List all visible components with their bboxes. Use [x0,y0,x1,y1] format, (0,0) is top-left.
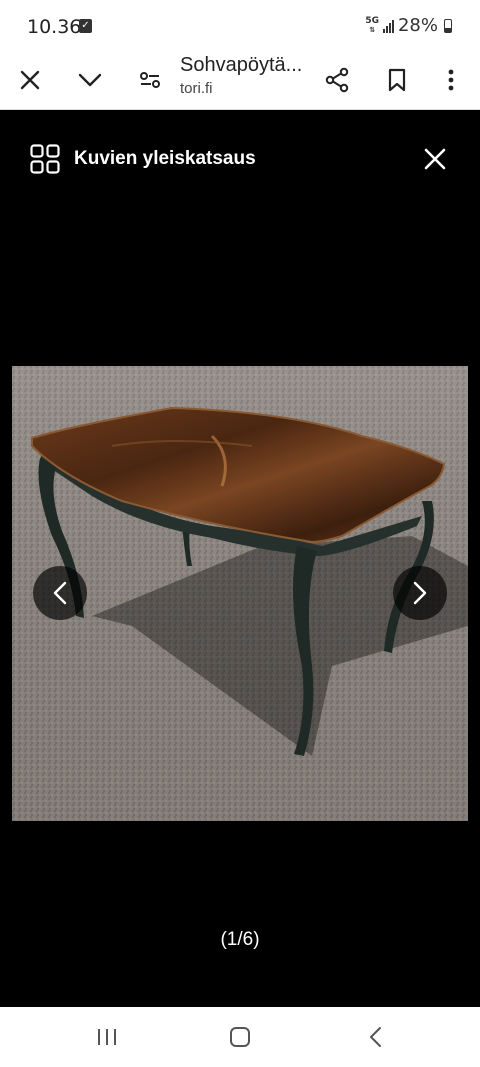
bookmark-icon [388,68,406,92]
battery-percent: 28% [397,15,438,36]
recent-apps-icon [98,1029,116,1045]
page-url[interactable]: tori.fi [180,80,213,97]
network-type: 5G [365,15,379,26]
home-button[interactable] [220,1021,260,1053]
network-badge: 5G ⇅ [365,15,379,35]
share-icon [325,67,349,93]
next-image-button[interactable] [393,566,447,620]
close-tab-button[interactable] [8,58,52,102]
signal-icon [382,19,394,33]
notification-check-icon: ✓ [79,19,92,33]
previous-image-button[interactable] [33,566,87,620]
bookmark-button[interactable] [375,58,419,102]
browser-toolbar: Sohvapöytä... tori.fi [0,52,480,110]
share-button[interactable] [315,58,359,102]
recent-apps-button[interactable] [87,1021,127,1053]
status-bar: 10.36 ✓ 5G ⇅ 28% [0,0,480,52]
home-icon [230,1027,250,1047]
close-icon [20,70,40,90]
data-arrows-icon: ⇅ [369,25,376,34]
chevron-left-icon [53,581,67,605]
grid-icon [30,144,60,174]
status-time: 10.36 [27,16,82,38]
viewer-close-button[interactable] [420,144,450,174]
battery-icon [444,18,452,33]
chevron-down-icon [78,73,102,87]
collapse-button[interactable] [68,58,112,102]
system-nav-bar [0,1007,480,1067]
chevron-right-icon [413,581,427,605]
viewer-title: Kuvien yleiskatsaus [74,148,256,169]
site-settings-button[interactable] [128,58,172,102]
tune-icon [140,72,160,88]
close-icon [424,148,446,170]
status-indicators: 5G ⇅ 28% [365,15,452,36]
overview-button[interactable]: Kuvien yleiskatsaus [30,144,256,174]
back-button[interactable] [355,1021,395,1053]
image-counter: (1/6) [220,929,260,950]
more-vert-icon [448,69,454,91]
back-icon [370,1027,381,1047]
page-title[interactable]: Sohvapöytä... [180,54,302,77]
image-viewer: Kuvien yleiskatsaus (1/6) [0,111,480,1007]
menu-button[interactable] [429,58,473,102]
